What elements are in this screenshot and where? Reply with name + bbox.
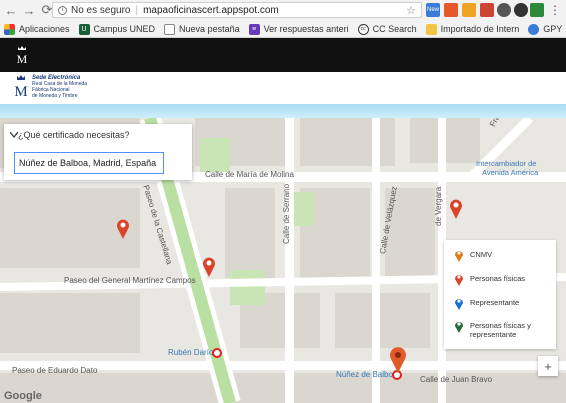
gpy-icon — [528, 23, 540, 35]
address-bar[interactable]: i No es seguro | mapaoficinascert.appspo… — [52, 2, 422, 18]
extension-new-icon[interactable]: New — [426, 3, 440, 17]
security-label: No es seguro — [71, 4, 131, 16]
zoom-in-button[interactable]: + — [538, 356, 558, 376]
uned-icon: U — [78, 23, 90, 35]
bookmark-label: Campus UNED — [93, 24, 156, 34]
map-marker-personas-fisicas[interactable] — [116, 218, 130, 240]
chevron-down-icon[interactable] — [10, 132, 18, 138]
google-logo: Google — [4, 390, 42, 402]
legend-item-personas-fisicas-y-representante: Personas físicas y representante — [454, 319, 546, 339]
map-legend: CNMV Personas físicas Representante Pers… — [444, 240, 556, 349]
legend-label: CNMV — [470, 250, 493, 259]
bookmark-nueva-pestana[interactable]: Nueva pestaña — [164, 23, 240, 35]
extension-new-label: New — [426, 7, 439, 13]
site-top-bar: M — [0, 38, 566, 72]
cc-icon: cc — [357, 23, 369, 35]
apps-grid-icon — [4, 23, 15, 35]
certificate-question[interactable]: ¿Qué certificado necesitas? — [18, 130, 130, 140]
legend-label: Personas físicas y representante — [470, 321, 531, 339]
metro-label: Rubén Darío — [168, 348, 214, 357]
crown-logo-icon: M — [17, 46, 28, 64]
red-pin-icon — [455, 275, 463, 286]
green-pin-icon — [455, 322, 463, 333]
bookmark-campus-uned[interactable]: U Campus UNED — [78, 23, 156, 35]
legend-item-cnmv: CNMV — [454, 248, 492, 263]
bookmark-apps[interactable]: Aplicaciones — [4, 23, 70, 35]
menu-icon[interactable]: ⋮ — [548, 3, 562, 17]
forms-icon: ≡ — [248, 23, 260, 35]
bookmarks-bar: Aplicaciones U Campus UNED Nueva pestaña… — [0, 20, 566, 38]
bookmark-label: Ver respuestas anteri — [263, 24, 349, 34]
address-search-input[interactable] — [14, 152, 164, 174]
site-logo-text: Sede Electrónica Real Casa de la Moneda … — [32, 75, 87, 99]
extension-green-icon[interactable] — [530, 3, 544, 17]
star-icon[interactable]: ☆ — [406, 4, 416, 17]
street-label: Calle de Juan Bravo — [420, 375, 493, 384]
bookmark-label: CC Search — [372, 24, 417, 34]
bookmark-importado[interactable]: Importado de Intern — [425, 23, 520, 35]
street-label: Calle de María de Molina — [205, 170, 294, 179]
extension-red-icon[interactable] — [444, 3, 458, 17]
street-label: Paseo de Eduardo Dato — [12, 366, 98, 375]
bookmark-label: Aplicaciones — [19, 24, 70, 34]
browser-chrome: ← → ⟳ i No es seguro | mapaoficinascert.… — [0, 0, 566, 38]
metro-icon — [212, 348, 222, 358]
legend-label: Representante — [470, 298, 520, 307]
transit-label: Avenida América — [482, 168, 539, 177]
bookmark-label: Importado de Intern — [440, 24, 520, 34]
certificate-search-panel: ¿Qué certificado necesitas? — [4, 124, 192, 180]
extension-settings-icon[interactable] — [497, 3, 511, 17]
map-marker-personas-fisicas[interactable] — [202, 256, 216, 278]
extension-pdf-icon[interactable] — [480, 3, 494, 17]
bookmark-label: Nueva pestaña — [179, 24, 240, 34]
logo-line3: de Moneda y Timbre — [32, 93, 78, 99]
street-label: Paseo del General Martínez Campos — [64, 276, 196, 285]
street-label: de Vergara — [434, 186, 443, 226]
url-text: mapaoficinascert.appspot.com — [143, 4, 279, 16]
site-logo-bar: M Sede Electrónica Real Casa de la Moned… — [0, 72, 566, 104]
bookmark-gpy[interactable]: GPY — [528, 23, 563, 35]
bookmark-cc-search[interactable]: cc CC Search — [357, 23, 417, 35]
search-location-marker[interactable] — [389, 346, 407, 374]
svg-text:M: M — [17, 52, 28, 64]
folder-icon — [425, 23, 437, 35]
site-blue-band — [0, 104, 566, 118]
map-marker-personas-fisicas[interactable] — [449, 198, 463, 220]
fnmt-logo-icon: M — [14, 75, 28, 99]
legend-label: Personas físicas — [470, 274, 526, 283]
street-label: Calle de Serrano — [282, 183, 291, 244]
extension-circle-icon[interactable] — [514, 3, 528, 17]
legend-item-representante: Representante — [454, 296, 519, 311]
orange-pin-icon — [455, 251, 463, 262]
back-icon[interactable]: ← — [2, 1, 20, 19]
page-icon — [164, 23, 176, 35]
transit-label: Intercambiador de — [476, 159, 537, 168]
omnibox-separator: | — [135, 4, 139, 16]
info-icon[interactable]: i — [58, 5, 67, 15]
extension-orange-icon[interactable] — [462, 3, 476, 17]
forward-icon[interactable]: → — [20, 1, 38, 19]
blue-pin-icon — [455, 299, 463, 310]
bookmark-label: GPY — [543, 24, 563, 34]
bookmark-ver-respuestas[interactable]: ≡ Ver respuestas anteri — [248, 23, 349, 35]
legend-item-personas-fisicas: Personas físicas — [454, 272, 525, 287]
svg-text:M: M — [14, 84, 27, 99]
